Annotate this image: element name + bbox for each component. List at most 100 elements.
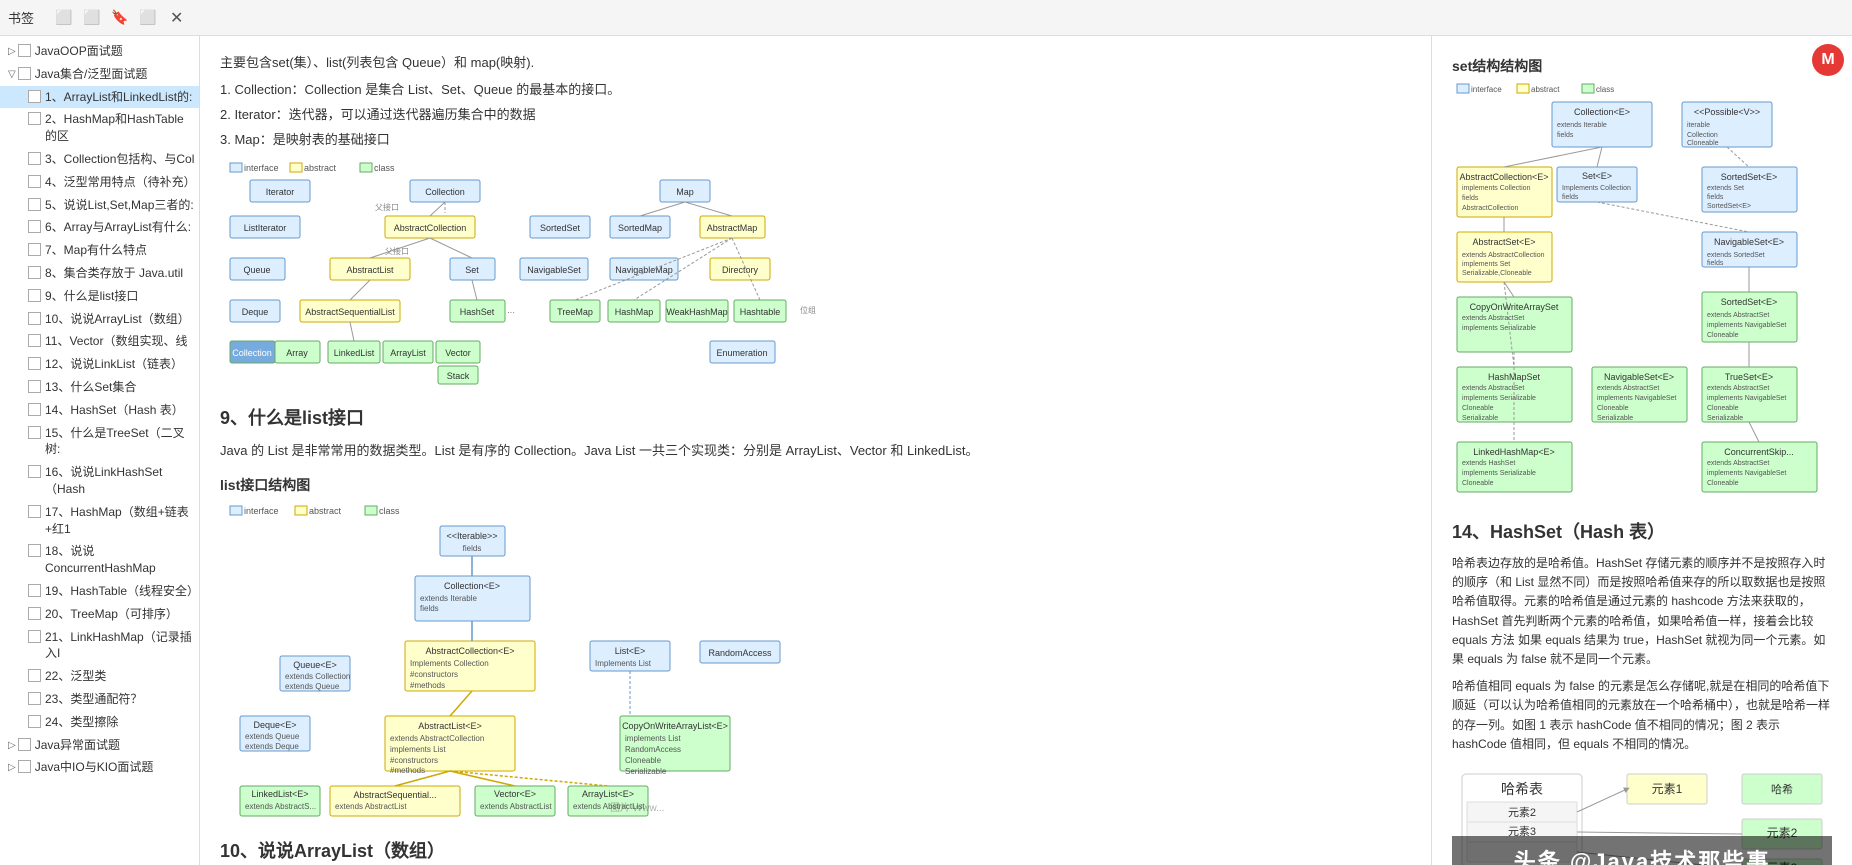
expand-icon4: ▷ — [8, 761, 16, 775]
new-tab-btn[interactable]: ⬜ — [54, 8, 74, 28]
sidebar-item-2[interactable]: 2、HashMap和HashTable的区 — [0, 108, 199, 148]
checkbox-19[interactable] — [28, 584, 41, 597]
svg-text:Vector<E>: Vector<E> — [494, 789, 536, 799]
sidebar-item-11[interactable]: 11、Vector（数组实现、线 — [0, 330, 199, 353]
close-btn[interactable]: ✕ — [170, 8, 183, 28]
checkbox-16[interactable] — [28, 465, 41, 478]
svg-text:HashSet: HashSet — [460, 307, 495, 317]
sidebar-item-12[interactable]: 12、说说LinkList（链表） — [0, 353, 199, 376]
checkbox-javaoop[interactable] — [18, 44, 31, 57]
svg-text:AbstractSet<E>: AbstractSet<E> — [1472, 237, 1535, 247]
svg-text:Collection: Collection — [1687, 132, 1718, 139]
sidebar-item-22[interactable]: 22、泛型类 — [0, 665, 199, 688]
checkbox-9[interactable] — [28, 289, 41, 302]
section9-intro: Java 的 List 是非常常用的数据类型。List 是有序的 Collect… — [220, 440, 1411, 462]
sidebar-item-9[interactable]: 9、什么是list接口 — [0, 285, 199, 308]
svg-text:abstract: abstract — [1531, 85, 1560, 94]
checkbox-1[interactable] — [28, 90, 41, 103]
checkbox-7[interactable] — [28, 243, 41, 256]
sidebar-label-javaoop: JavaOOP面试题 — [35, 43, 123, 60]
checkbox-23[interactable] — [28, 692, 41, 705]
sidebar-item-23[interactable]: 23、类型通配符？ — [0, 688, 199, 711]
section14-text2: 哈希值相同 equals 为 false 的元素是怎么存储呢,就是在相同的哈希值… — [1452, 677, 1832, 754]
svg-text:Collection<E>: Collection<E> — [444, 581, 500, 591]
sidebar-item-15[interactable]: 15、什么是TreeSet（二叉树: — [0, 422, 199, 462]
sidebar-item-1[interactable]: 1、ArrayList和LinkedList的: — [0, 86, 199, 109]
svg-text:extends Iterable: extends Iterable — [1557, 122, 1607, 129]
sidebar-item-14[interactable]: 14、HashSet（Hash 表） — [0, 399, 199, 422]
checkbox-14[interactable] — [28, 403, 41, 416]
sidebar-item-javacollection[interactable]: ▽ Java集合/泛型面试题 — [0, 63, 199, 86]
checkbox-15[interactable] — [28, 426, 41, 439]
sidebar-item-19[interactable]: 19、HashTable（线程安全） — [0, 580, 199, 603]
sidebar-item-3[interactable]: 3、Collection包括构、与Col — [0, 148, 199, 171]
svg-text:NavigableMap: NavigableMap — [615, 265, 673, 275]
svg-text:implements Serializable: implements Serializable — [1462, 395, 1536, 402]
checkbox-8[interactable] — [28, 266, 41, 279]
svg-text:Deque<E>: Deque<E> — [253, 720, 296, 730]
sidebar-item-8[interactable]: 8、集合类存放于 Java.util — [0, 262, 199, 285]
expand-icon2: ▽ — [8, 68, 16, 82]
svg-text:图片 Www...: 图片 Www... — [610, 801, 664, 814]
red-circle-button[interactable]: M — [1812, 44, 1844, 76]
sidebar-item-13[interactable]: 13、什么Set集合 — [0, 376, 199, 399]
checkbox-javaexception[interactable] — [18, 738, 31, 751]
sidebar-item-7[interactable]: 7、Map有什么特点 — [0, 239, 199, 262]
toolbar-label: 书签 — [8, 8, 34, 27]
sidebar-item-21[interactable]: 21、LinkHashMap（记录插入I — [0, 626, 199, 666]
sidebar-label-14: 14、HashSet（Hash 表） — [45, 402, 184, 419]
sidebar-label-3: 3、Collection包括构、与Col — [45, 151, 194, 168]
checkbox-18[interactable] — [28, 544, 41, 557]
svg-text:Hashtable: Hashtable — [740, 307, 781, 317]
svg-text:extends HashSet: extends HashSet — [1462, 460, 1515, 467]
checkbox-6[interactable] — [28, 220, 41, 233]
svg-text:extends AbstractSet: extends AbstractSet — [1462, 385, 1524, 392]
checkbox-javaio[interactable] — [18, 760, 31, 773]
sidebar-label-10: 10、说说ArrayList（数组） — [45, 311, 190, 328]
sidebar-item-16[interactable]: 16、说说LinkHashSet（Hash — [0, 461, 199, 501]
sidebar-item-18[interactable]: 18、说说ConcurrentHashMap — [0, 540, 199, 580]
svg-text:LinkedList: LinkedList — [334, 348, 375, 358]
checkbox-11[interactable] — [28, 334, 41, 347]
checkbox-12[interactable] — [28, 357, 41, 370]
checkbox-20[interactable] — [28, 607, 41, 620]
sidebar-item-20[interactable]: 20、TreeMap（可排序） — [0, 603, 199, 626]
sidebar-item-javaio[interactable]: ▷ Java中IO与KIO面试题 — [0, 756, 199, 779]
checkbox-22[interactable] — [28, 669, 41, 682]
svg-text:AbstractCollection<E>: AbstractCollection<E> — [425, 646, 514, 656]
sidebar-label-javacollection: Java集合/泛型面试题 — [35, 66, 148, 83]
svg-text:implements Serializable: implements Serializable — [1462, 470, 1536, 477]
bookmark2-btn[interactable]: ⬜ — [138, 8, 158, 28]
checkbox-javacollection[interactable] — [18, 67, 31, 80]
sidebar-label-9: 9、什么是list接口 — [45, 288, 138, 305]
svg-text:#constructors: #constructors — [390, 756, 438, 765]
checkbox-21[interactable] — [28, 630, 41, 643]
checkbox-3[interactable] — [28, 152, 41, 165]
checkbox-2[interactable] — [28, 112, 41, 125]
sidebar-item-5[interactable]: 5、说说List,Set,Map三者的: — [0, 194, 199, 217]
svg-text:Serializable: Serializable — [1707, 415, 1743, 422]
duplicate-btn[interactable]: ⬜ — [82, 8, 102, 28]
sidebar-item-javaexception[interactable]: ▷ Java异常面试题 — [0, 734, 199, 757]
checkbox-5[interactable] — [28, 198, 41, 211]
sidebar-item-24[interactable]: 24、类型擦除 — [0, 711, 199, 734]
svg-text:LinkedList<E>: LinkedList<E> — [251, 789, 308, 799]
checkbox-24[interactable] — [28, 715, 41, 728]
sidebar-item-17[interactable]: 17、HashMap（数组+链表+红1 — [0, 501, 199, 541]
svg-text:AbstractList<E>: AbstractList<E> — [418, 721, 482, 731]
checkbox-17[interactable] — [28, 505, 41, 518]
sidebar-item-6[interactable]: 6、Array与ArrayList有什么: — [0, 216, 199, 239]
bookmark-btn[interactable]: 🔖 — [110, 8, 130, 28]
section9-title: 9、什么是list接口 — [220, 404, 1411, 430]
svg-text:AbstractSequential...: AbstractSequential... — [353, 790, 436, 800]
sidebar-item-4[interactable]: 4、泛型常用特点（待补充） — [0, 171, 199, 194]
svg-text:SortedSet: SortedSet — [540, 223, 581, 233]
checkbox-13[interactable] — [28, 380, 41, 393]
checkbox-10[interactable] — [28, 312, 41, 325]
toolbar-icons: ⬜ ⬜ 🔖 ⬜ ✕ — [54, 8, 183, 28]
expand-icon3: ▷ — [8, 739, 16, 753]
sidebar-item-javaoop[interactable]: ▷ JavaOOP面试题 — [0, 40, 199, 63]
checkbox-4[interactable] — [28, 175, 41, 188]
sidebar-item-10[interactable]: 10、说说ArrayList（数组） — [0, 308, 199, 331]
svg-text:AbstractSequentialList: AbstractSequentialList — [305, 307, 395, 317]
